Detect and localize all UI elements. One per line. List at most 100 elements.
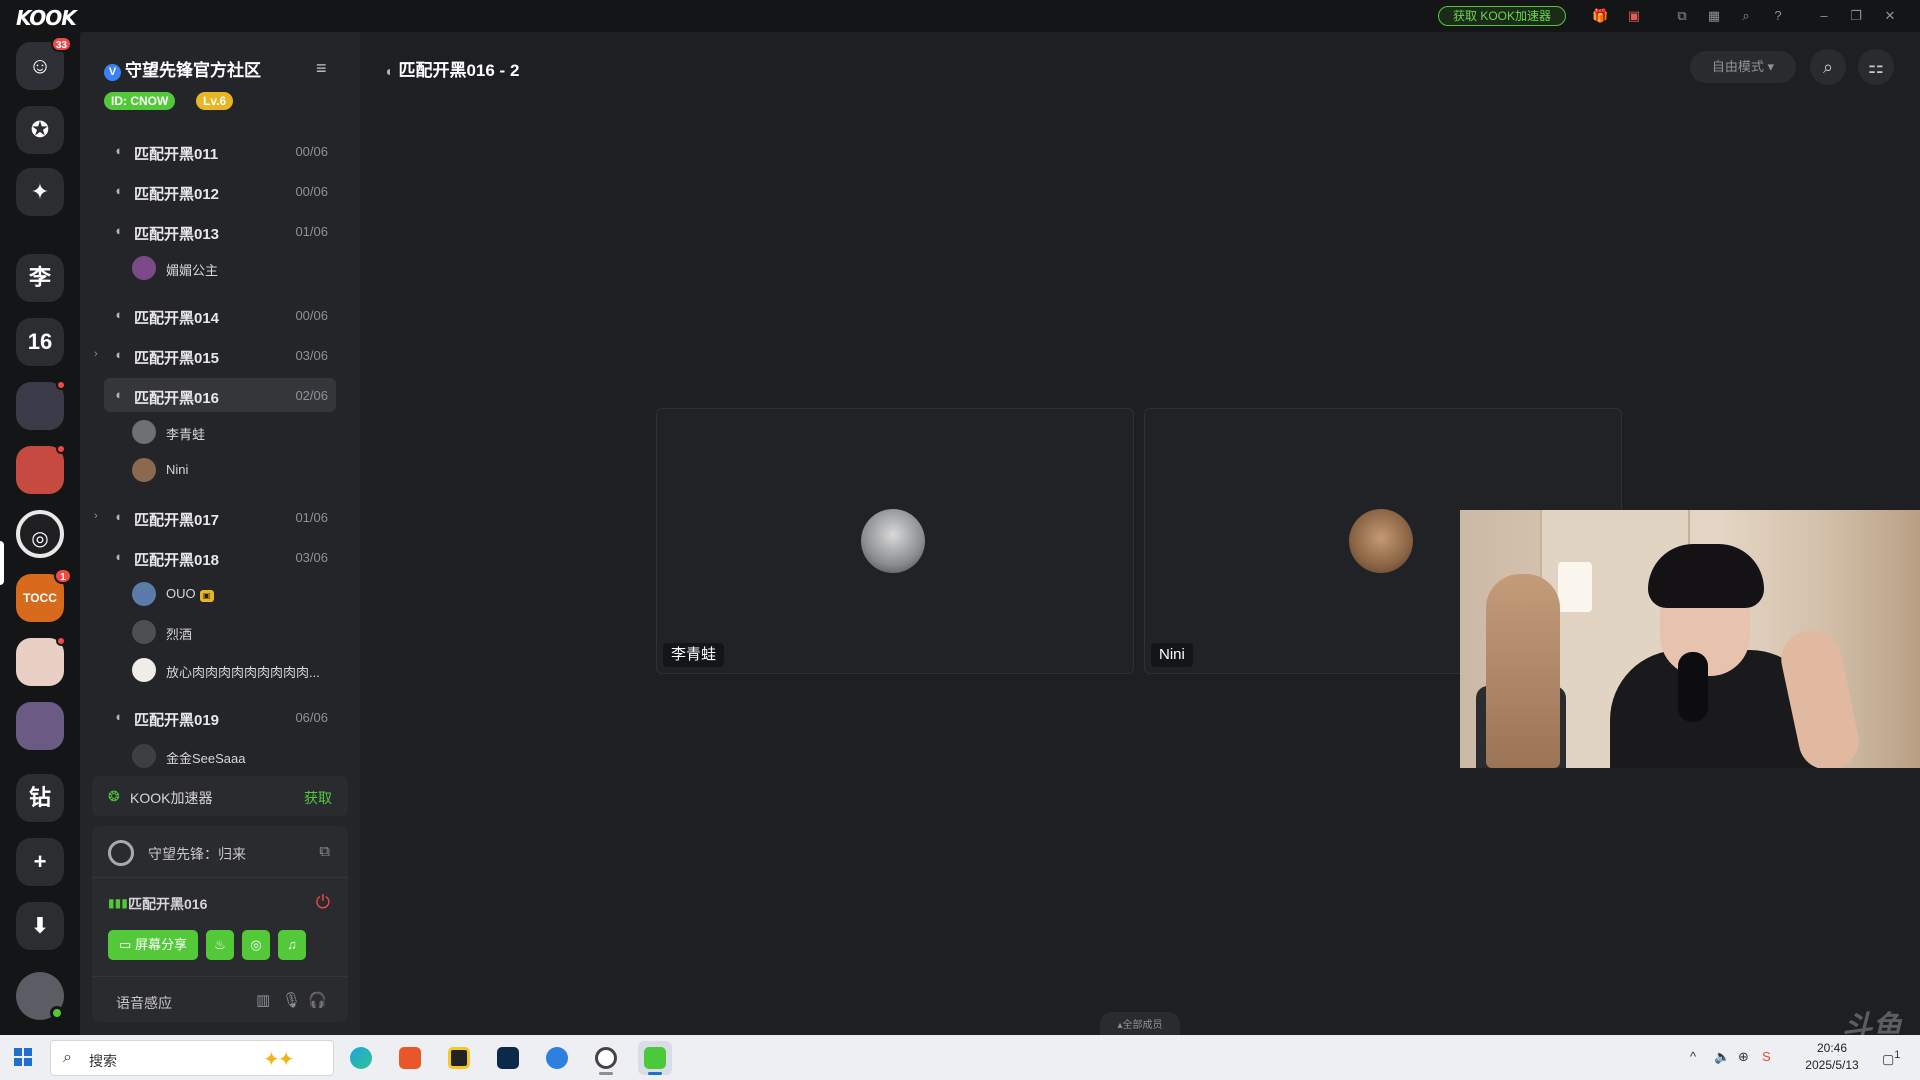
guild-item-zuan[interactable]: 钻 — [16, 774, 64, 822]
chevron-right-icon[interactable]: › — [94, 510, 98, 522]
participant-tile[interactable]: 李青蛙 — [656, 408, 1134, 674]
guild-item-li[interactable]: 李 — [16, 254, 64, 302]
kook-icon — [644, 1047, 666, 1069]
music-button[interactable]: ♫ — [278, 930, 306, 960]
guild-avatar-croc[interactable] — [16, 444, 66, 494]
screen-share-button[interactable]: ▭ 屏幕分享 — [108, 930, 198, 960]
speaker-icon: ◖ — [114, 709, 122, 724]
noise-suppression-icon[interactable]: ▥ — [256, 991, 270, 1009]
notification-dot — [56, 444, 66, 454]
plus-icon: + — [33, 849, 47, 874]
voice-mode-label[interactable]: 语音感应 — [116, 993, 172, 1013]
help-icon[interactable]: ? — [1770, 8, 1786, 24]
server-name[interactable]: V 守望先锋官方社区 — [104, 56, 261, 81]
taskbar-search[interactable]: ⌕ 搜索 ✦✦ — [50, 1040, 334, 1076]
speaker-icon: ◖ — [114, 387, 122, 402]
download-icon: ⬇ — [30, 913, 50, 938]
chevron-right-icon[interactable]: › — [94, 348, 98, 360]
channel-item[interactable]: ◖ 匹配开黑019 06/06 — [104, 700, 336, 734]
guild-avatar-anime[interactable] — [16, 380, 66, 430]
app-icon — [399, 1047, 421, 1069]
user-avatar[interactable] — [16, 972, 64, 1020]
kook-logo: KOOK — [16, 6, 77, 30]
discover-icon: ✪ — [30, 117, 50, 142]
direct-messages-button[interactable]: ☺ 33 — [16, 36, 72, 90]
screenshot-icon[interactable]: ⧉ — [1674, 8, 1690, 24]
layout-icon: ⚏ — [1867, 57, 1885, 77]
channel-item-active[interactable]: ◖ 匹配开黑016 02/06 — [104, 378, 336, 412]
accelerator-box[interactable]: ❂ KOOK加速器 获取 — [92, 776, 348, 816]
app-3[interactable] — [442, 1041, 476, 1075]
search-icon[interactable]: ⌕ — [1738, 8, 1754, 24]
speaker-icon: ◖ — [114, 183, 122, 198]
overwatch-icon — [595, 1047, 617, 1069]
app-5[interactable] — [540, 1041, 574, 1075]
menu-icon[interactable]: ≡ — [316, 58, 327, 79]
restore-icon[interactable]: ❐ — [1848, 8, 1864, 24]
screen-icon[interactable]: ⧉ — [319, 843, 330, 860]
channel-item[interactable]: › ◖ 匹配开黑017 01/06 — [94, 500, 336, 534]
voice-effect-button[interactable]: ◎ — [242, 930, 270, 960]
training-dummy — [1486, 574, 1560, 768]
channel-item[interactable]: ◖ 匹配开黑013 01/06 — [104, 214, 336, 248]
channel-list[interactable]: ◖ 匹配开黑011 00/06 ◖ 匹配开黑012 00/06 ◖ 匹配开黑013 01/0… — [80, 126, 360, 782]
tray-overflow-icon[interactable]: ^ — [1690, 1049, 1696, 1064]
avatar — [1349, 509, 1413, 573]
copilot-sparkle-icon: ✦✦ — [263, 1049, 294, 1071]
channel-item[interactable]: ◖ 匹配开黑011 00/06 — [104, 134, 336, 168]
add-server-button[interactable]: + — [16, 838, 64, 886]
soundboard-icon: ♨ — [214, 937, 226, 952]
windows-taskbar: ⌕ 搜索 ✦✦ ^ 🔈 ⊕ S 20:46 2025/5/13 ▢1 — [0, 1035, 1920, 1080]
avatar — [132, 620, 156, 644]
discover-button[interactable]: ✪ — [16, 106, 64, 154]
verified-icon: V — [104, 64, 121, 81]
guild-avatar-person[interactable] — [16, 702, 64, 750]
close-icon[interactable]: ✕ — [1882, 8, 1898, 24]
ime-icon[interactable]: ⊕ — [1738, 1049, 1749, 1065]
leaf-icon: ❂ — [108, 788, 120, 804]
gift-icon[interactable]: 🎁 — [1592, 8, 1608, 24]
app-2[interactable] — [393, 1041, 427, 1075]
app-4[interactable] — [491, 1041, 525, 1075]
speaker-icon: ◖ — [384, 63, 393, 79]
mode-dropdown[interactable]: 自由模式 ▾ — [1690, 51, 1796, 83]
microphone — [1678, 652, 1708, 722]
soundboard-button[interactable]: ♨ — [206, 930, 234, 960]
search-button[interactable]: ⌕ — [1810, 49, 1846, 85]
guild-item-16[interactable]: 16 — [16, 318, 64, 366]
channel-item[interactable]: ◖ 匹配开黑012 00/06 — [104, 174, 336, 208]
windows-start-icon[interactable] — [14, 1048, 32, 1066]
search-icon: ⌕ — [1822, 57, 1834, 77]
shop-icon[interactable]: ▣ — [1626, 8, 1642, 24]
search-icon: ⌕ — [63, 1049, 72, 1066]
disconnect-icon[interactable]: ⏻ — [316, 892, 330, 913]
minimize-icon[interactable]: – — [1816, 8, 1832, 24]
edge-app[interactable] — [344, 1041, 378, 1075]
guild-overwatch[interactable]: ◎ — [16, 510, 64, 558]
notification-icon[interactable]: ▢1 — [1882, 1049, 1900, 1067]
get-accelerator-link[interactable]: 获取 — [304, 788, 332, 808]
guild-tocc[interactable]: TOCC 1 — [16, 568, 72, 622]
kook-app[interactable] — [638, 1041, 672, 1075]
all-members-tab[interactable]: ▴全部成员 — [1100, 1012, 1180, 1035]
headphones-icon[interactable]: 🎧 — [308, 991, 327, 1009]
volume-icon[interactable]: 🔈 — [1714, 1049, 1730, 1065]
download-button[interactable]: ⬇ — [16, 902, 64, 950]
overwatch-app[interactable] — [589, 1041, 623, 1075]
avatar — [132, 458, 156, 482]
channel-item[interactable]: › ◖ 匹配开黑015 03/06 — [94, 338, 336, 372]
channel-item[interactable]: ◖ 匹配开黑014 00/06 — [104, 298, 336, 332]
layout-button[interactable]: ⚏ — [1858, 49, 1894, 85]
window-icon[interactable]: ▦ — [1706, 8, 1722, 24]
guild-avatar-girl[interactable] — [16, 636, 66, 686]
ai-button[interactable]: ✦ — [16, 168, 64, 216]
server-id-badge: ID: CNOW — [104, 92, 176, 110]
sogou-icon[interactable]: S — [1762, 1049, 1771, 1064]
chevron-down-icon: ▾ — [1767, 59, 1775, 74]
running-indicator — [599, 1072, 613, 1075]
clock[interactable]: 20:46 2025/5/13 — [1790, 1040, 1874, 1074]
get-accelerator-button[interactable]: 获取 KOOK加速器 — [1438, 6, 1566, 26]
microphone-icon[interactable]: 🎙 — [282, 991, 301, 1009]
avatar — [132, 744, 156, 768]
channel-item[interactable]: ◖ 匹配开黑018 03/06 — [104, 540, 336, 574]
